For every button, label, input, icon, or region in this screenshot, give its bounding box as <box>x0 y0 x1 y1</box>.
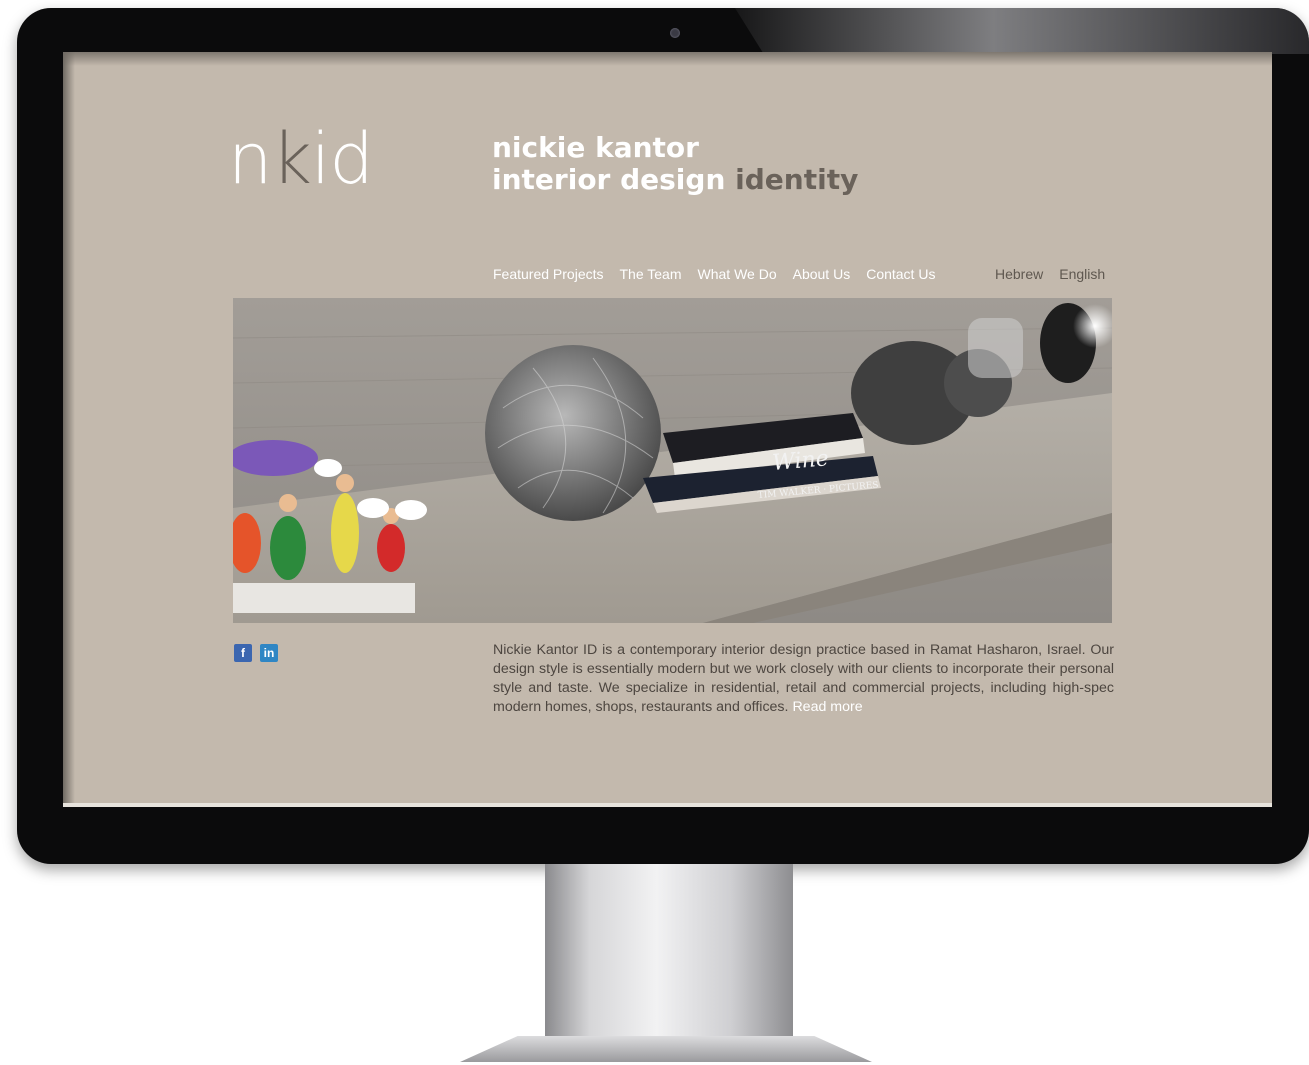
intro-paragraph: Nickie Kantor ID is a contemporary inter… <box>493 641 1114 717</box>
logo-text: id <box>310 118 374 200</box>
main-nav: Featured Projects The Team What We Do Ab… <box>493 266 935 286</box>
hero-illustration: Wine TIM WALKER · PICTURES <box>233 298 1112 623</box>
logo-text: n <box>228 118 272 200</box>
read-more-link[interactable]: Read more <box>792 699 862 715</box>
lang-hebrew-link[interactable]: Hebrew <box>995 266 1043 282</box>
site-tagline: nickie kantor interior design identity <box>492 132 858 196</box>
logo-text-accent: k <box>271 118 312 200</box>
hero-image: Wine TIM WALKER · PICTURES <box>233 298 1112 623</box>
linkedin-icon[interactable]: in <box>260 644 278 662</box>
monitor-stand <box>545 864 793 1054</box>
language-switcher: Hebrew English <box>995 266 1105 282</box>
nav-featured-projects[interactable]: Featured Projects <box>493 266 604 286</box>
tagline-text: interior design <box>492 163 726 196</box>
screen-edge <box>63 803 1272 807</box>
nav-contact-us[interactable]: Contact Us <box>866 266 935 286</box>
camera-icon <box>670 28 680 38</box>
tagline-line-2: interior design identity <box>492 164 858 196</box>
book-title-wine: Wine <box>771 446 829 476</box>
monitor-stand-base <box>460 1036 872 1062</box>
nav-the-team[interactable]: The Team <box>620 266 682 286</box>
screen-shadow <box>63 52 75 807</box>
monitor-gloss <box>735 8 1309 54</box>
tagline-line-1: nickie kantor <box>492 131 699 164</box>
nav-what-we-do[interactable]: What We Do <box>698 266 777 286</box>
facebook-icon[interactable]: f <box>234 644 252 662</box>
social-links: f in <box>234 644 278 662</box>
tagline-accent: identity <box>735 163 859 196</box>
monitor-screen: nkid nickie kantor interior design ident… <box>63 52 1272 807</box>
site-logo[interactable]: nkid <box>228 118 374 200</box>
nav-about-us[interactable]: About Us <box>793 266 851 286</box>
screen-shadow <box>63 52 1272 66</box>
lang-english-link[interactable]: English <box>1059 266 1105 282</box>
